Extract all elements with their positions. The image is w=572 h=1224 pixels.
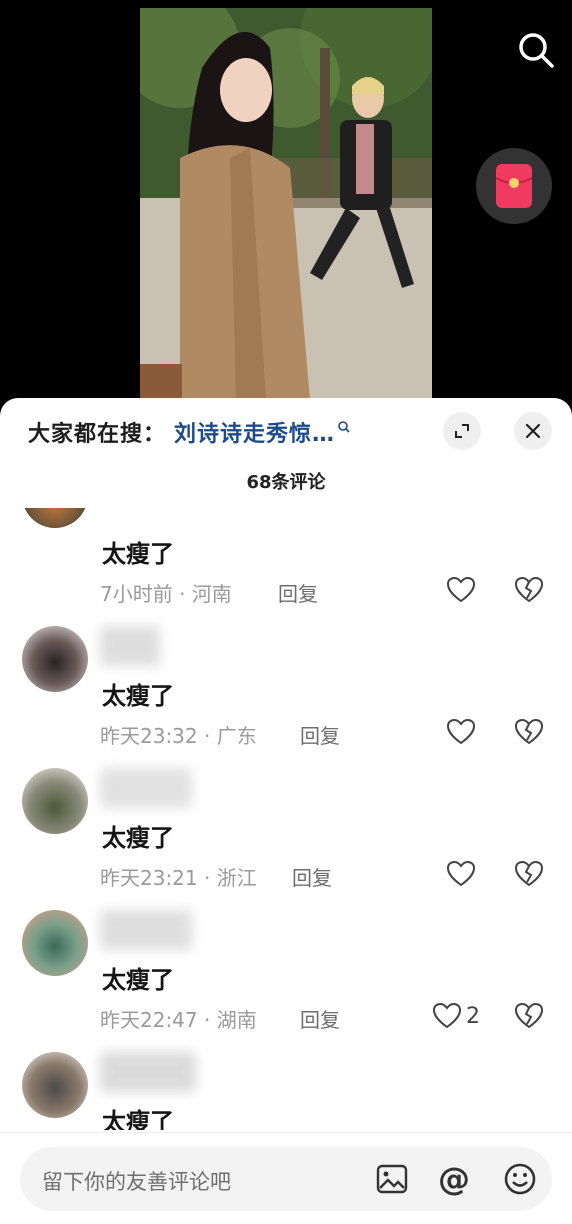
comment-input-placeholder: 留下你的友善评论吧 — [42, 1170, 231, 1194]
broken-heart-icon — [514, 718, 544, 745]
comment-time: 昨天22:47 — [100, 1008, 198, 1032]
avatar[interactable] — [22, 768, 88, 834]
red-packet-icon — [495, 164, 533, 208]
comment-text: 太瘦了 — [102, 1108, 174, 1130]
meta-separator: · — [172, 582, 192, 606]
avatar[interactable] — [22, 626, 88, 692]
expand-icon — [455, 424, 469, 438]
username-redacted[interactable] — [100, 768, 192, 808]
search-icon — [519, 33, 554, 68]
heart-icon — [446, 860, 476, 887]
comment-meta: 昨天23:32 · 广东 — [100, 720, 257, 749]
broken-heart-icon — [514, 1002, 544, 1029]
heart-icon — [446, 718, 476, 745]
comment-text: 太瘦了 — [102, 824, 174, 852]
heart-icon — [432, 1002, 462, 1029]
comment-text: 太瘦了 — [102, 540, 174, 568]
at-icon: @ — [438, 1160, 470, 1198]
video-still-image — [140, 8, 432, 400]
video-frame[interactable] — [140, 8, 432, 400]
search-button[interactable] — [514, 28, 558, 72]
comment-input[interactable]: 留下你的友善评论吧 @ — [20, 1147, 552, 1211]
comment-text: 太瘦了 — [102, 682, 174, 710]
reply-button[interactable]: 回复 — [300, 720, 340, 749]
comment-item: 太瘦了 — [0, 1052, 572, 1130]
like-count: 2 — [466, 1003, 480, 1029]
like-button[interactable] — [446, 576, 480, 604]
emoji-button[interactable] — [500, 1159, 540, 1199]
at-mention-button[interactable]: @ — [434, 1159, 474, 1199]
comment-item: 太瘦了 7小时前 · 河南 回复 — [0, 508, 572, 630]
comment-location: 浙江 — [216, 866, 257, 890]
comment-meta: 昨天23:21 · 浙江 — [100, 862, 257, 891]
username-redacted[interactable] — [100, 910, 192, 950]
dislike-button[interactable] — [514, 1002, 544, 1034]
trending-prefix: 大家都在搜： — [28, 422, 167, 447]
meta-separator: · — [197, 1008, 217, 1032]
comment-meta: 昨天22:47 · 湖南 — [100, 1004, 257, 1033]
video-player[interactable] — [0, 0, 572, 400]
meta-separator: · — [197, 724, 217, 748]
comment-list[interactable]: 太瘦了 7小时前 · 河南 回复 太瘦了 昨天23:32 · 广东 回复 太瘦了… — [0, 508, 572, 1130]
avatar[interactable] — [22, 910, 88, 976]
comment-panel: 大家都在搜： 刘诗诗走秀惊… 68条评论 太瘦了 7小时前 · 河南 回复 太瘦… — [0, 398, 572, 1224]
comment-location: 湖南 — [216, 1008, 257, 1032]
avatar[interactable] — [22, 1052, 88, 1118]
dislike-button[interactable] — [514, 576, 544, 608]
avatar[interactable] — [22, 508, 88, 528]
comment-location: 广东 — [216, 724, 257, 748]
image-icon — [376, 1164, 408, 1194]
broken-heart-icon — [514, 860, 544, 887]
username-redacted[interactable] — [100, 1052, 196, 1092]
like-button[interactable]: 2 — [432, 1002, 480, 1030]
red-packet-button[interactable] — [476, 148, 552, 224]
comment-time: 昨天23:21 — [100, 866, 198, 890]
comment-item: 太瘦了 昨天23:32 · 广东 回复 — [0, 626, 572, 772]
dislike-button[interactable] — [514, 718, 544, 750]
comment-text: 太瘦了 — [102, 966, 174, 994]
expand-button[interactable] — [443, 412, 481, 450]
trending-search-bar: 大家都在搜： 刘诗诗走秀惊… — [28, 416, 351, 448]
comment-input-bar: 留下你的友善评论吧 @ — [0, 1132, 572, 1224]
trending-query-link[interactable]: 刘诗诗走秀惊… — [174, 416, 335, 448]
image-button[interactable] — [372, 1159, 412, 1199]
close-button[interactable] — [514, 412, 552, 450]
reply-button[interactable]: 回复 — [300, 1004, 340, 1033]
like-button[interactable] — [446, 718, 480, 746]
comment-location: 河南 — [191, 582, 232, 606]
comment-time: 昨天23:32 — [100, 724, 198, 748]
broken-heart-icon — [514, 576, 544, 603]
comment-item: 太瘦了 昨天23:21 · 浙江 回复 — [0, 768, 572, 914]
heart-icon — [446, 576, 476, 603]
like-button[interactable] — [446, 860, 480, 888]
comment-count: 68条评论 — [246, 472, 326, 493]
dislike-button[interactable] — [514, 860, 544, 892]
reply-button[interactable]: 回复 — [292, 862, 332, 891]
comment-item: 太瘦了 昨天22:47 · 湖南 回复 2 — [0, 910, 572, 1056]
comment-meta: 7小时前 · 河南 — [100, 578, 232, 607]
emoji-icon — [504, 1163, 536, 1195]
close-icon — [525, 423, 541, 439]
comment-time: 7小时前 — [100, 582, 173, 606]
meta-separator: · — [197, 866, 217, 890]
small-search-icon — [338, 421, 350, 433]
username-redacted[interactable] — [100, 626, 160, 666]
reply-button[interactable]: 回复 — [278, 578, 318, 607]
